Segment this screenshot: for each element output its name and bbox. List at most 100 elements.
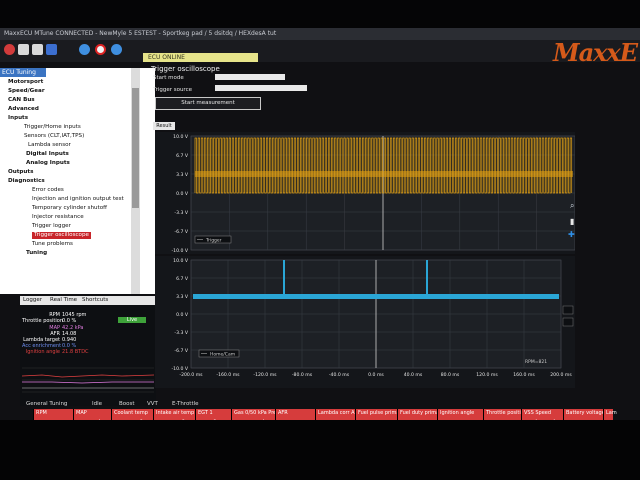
y-tick-label: 10.0 V	[173, 258, 189, 264]
tree-item[interactable]: Tune problems	[32, 241, 73, 248]
ch2-zoom-out-button[interactable]	[562, 317, 574, 327]
x-tick-label: -120.0 ms	[253, 372, 277, 378]
x-tick-label: 120.0 ms	[476, 372, 498, 378]
y-tick-label: -6.7 V	[174, 229, 188, 235]
x-tick-label: 200.0 ms	[550, 372, 572, 378]
y-tick-label: 3.3 V	[176, 294, 189, 300]
tree-item[interactable]: Advanced	[8, 106, 39, 113]
gauge-label: Coolant temp	[114, 410, 148, 416]
zoom-icon[interactable]: ⌕	[570, 201, 574, 211]
home-pulse	[426, 260, 428, 299]
start-mode-select[interactable]	[215, 74, 285, 80]
tree-item[interactable]: Error codes	[32, 187, 64, 194]
connect-icon[interactable]	[46, 44, 57, 55]
y-tick-label: 0.0 V	[176, 312, 189, 318]
page-icon[interactable]: ▮	[570, 217, 574, 226]
legend-trigger: Trigger	[205, 238, 222, 244]
y-tick-label: -10.0 V	[172, 366, 189, 372]
tree-item[interactable]: Motorsport	[8, 79, 43, 86]
tab-general-tuning[interactable]: General Tuning	[26, 400, 67, 408]
open-icon[interactable]	[18, 44, 29, 55]
tree-item[interactable]: Trigger logger	[32, 223, 71, 230]
tab-shortcuts[interactable]: Shortcuts	[82, 296, 108, 305]
tree-item[interactable]: Digital Inputs	[26, 151, 69, 158]
logger-row-label: Ignition angle	[25, 349, 60, 355]
tab-e-throttle[interactable]: E-Throttle	[172, 400, 199, 408]
x-tick-label: 40.0 ms	[404, 372, 423, 378]
x-tick-label: 160.0 ms	[513, 372, 535, 378]
window-title: MaxxECU MTune CONNECTED - NewMyle 5 ESTE…	[0, 28, 640, 40]
y-tick-label: -3.3 V	[174, 330, 188, 336]
live-button[interactable]: Live	[118, 317, 146, 323]
tree-item[interactable]: Temporary cylinder shutoff	[32, 205, 107, 212]
add-icon[interactable]: ✚	[568, 230, 575, 239]
tree-item[interactable]: Speed/Gear	[8, 88, 45, 95]
gauge-label: Lam	[606, 410, 617, 416]
rpm-readout: RPM=821	[525, 359, 547, 365]
tree-item[interactable]: Sensors (CLT,IAT,TPS)	[24, 133, 84, 140]
app-window: MaxxECU MTune CONNECTED - NewMyle 5 ESTE…	[0, 28, 640, 437]
stop-icon[interactable]	[111, 44, 122, 55]
trigger-band	[195, 171, 573, 177]
logger-panel: Logger Real Time Shortcuts Live RPM 1045 …	[20, 296, 156, 406]
tree-item[interactable]: Outputs	[8, 169, 33, 176]
tree-item[interactable]: Lambda sensor	[28, 142, 71, 149]
tree-item[interactable]: Analog Inputs	[26, 160, 70, 167]
monitor-bezel-top	[0, 0, 640, 28]
gauge-label: Lambda corr A	[318, 410, 355, 416]
gauge-label: Battery voltage	[566, 410, 605, 416]
page-title: Trigger oscilloscope	[151, 65, 220, 73]
logger-row-value: 0.0 %	[62, 318, 77, 324]
logger-row-label: Throttle position	[22, 318, 64, 324]
scope-channel-home: 10.0 V 6.7 V 3.3 V 0.0 V -3.3 V -6.7 V -10.0 V…	[155, 256, 575, 388]
tab-real-time[interactable]: Real Time	[50, 296, 77, 305]
x-tick-label: -160.0 ms	[216, 372, 240, 378]
y-tick-label: 6.7 V	[176, 276, 189, 282]
tree-item[interactable]: Diagnostics	[8, 178, 45, 185]
maxxecu-logo: MaxxE	[553, 38, 638, 67]
tree-scrollbar[interactable]	[131, 68, 140, 294]
start-mode-label: Start mode	[153, 75, 184, 81]
tree-item[interactable]: Trigger/Home inputs	[24, 124, 81, 131]
y-tick-label: -3.3 V	[174, 210, 188, 216]
tab-boost[interactable]: Boost	[119, 400, 135, 408]
x-tick-label: -40.0 ms	[329, 372, 350, 378]
close-icon[interactable]	[4, 44, 15, 55]
x-tick-label: 80.0 ms	[441, 372, 460, 378]
trigger-source-select[interactable]	[215, 85, 307, 91]
tab-ecu-tuning[interactable]: ECU Tuning	[0, 68, 46, 77]
record-icon[interactable]	[95, 44, 106, 55]
logger-row-value: 21.8 BTDC	[62, 349, 89, 355]
save-icon[interactable]	[32, 44, 43, 55]
y-tick-label: -6.7 V	[174, 348, 188, 354]
y-tick-label: 3.3 V	[176, 172, 189, 178]
tree-item[interactable]: Tuning	[26, 250, 47, 257]
tree-item-selected[interactable]: Trigger oscilloscope	[32, 232, 91, 239]
tree-item[interactable]: Inputs	[8, 115, 28, 122]
logger-row: Ignition angle 21.8 BTDC	[22, 349, 89, 355]
scrollbar-thumb[interactable]	[132, 88, 139, 208]
logger-row: Throttle position0.0 %	[22, 318, 76, 324]
logger-graph	[22, 367, 154, 393]
start-measurement-button[interactable]: Start measurement	[155, 97, 261, 110]
tree-item[interactable]: CAN Bus	[8, 97, 35, 104]
monitor-bezel-bottom	[0, 420, 640, 480]
y-tick-label: 10.0 V	[173, 134, 189, 140]
tree-item[interactable]: Injector resistance	[32, 214, 84, 221]
gauge-label: MAP	[76, 410, 87, 416]
ch2-zoom-in-button[interactable]	[562, 305, 574, 315]
gauge-label: AFR	[278, 410, 288, 416]
gauge-label: VSS Speed	[524, 410, 552, 416]
scope-channel-trigger: 10.0 V 6.7 V 3.3 V 0.0 V -3.3 V -6.7 V -10.0 V…	[155, 132, 575, 254]
tab-idle[interactable]: Idle	[92, 400, 102, 408]
tab-logger[interactable]: Logger	[23, 296, 42, 305]
tree-item[interactable]: Injection and ignition output test	[32, 196, 124, 203]
y-tick-label: -10.0 V	[172, 248, 189, 254]
y-tick-label: 0.0 V	[176, 191, 189, 197]
tab-vvt[interactable]: VVT	[147, 400, 158, 408]
play-icon[interactable]	[79, 44, 90, 55]
legend-home: Home/Cam	[210, 352, 235, 358]
tuning-tree: Motorsport Speed/Gear CAN Bus Advanced I…	[2, 79, 130, 292]
home-waveform	[193, 294, 559, 299]
tab-result[interactable]: Result	[153, 122, 175, 130]
